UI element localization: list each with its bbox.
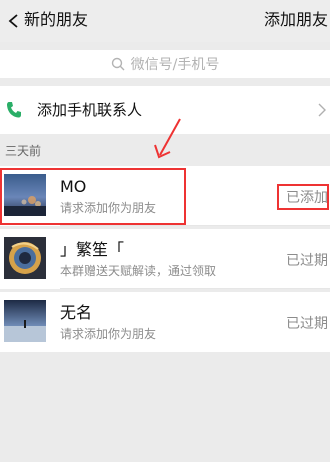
chevron-right-icon (318, 103, 326, 117)
annotation-highlight-box (277, 184, 329, 210)
status-badge: 已过期 (286, 316, 328, 332)
search-placeholder: 微信号/手机号 (130, 57, 220, 73)
top-bar: 新的朋友 添加朋友 (0, 0, 330, 42)
friend-name: 」繁笙「 (60, 240, 125, 259)
add-phone-contacts-label: 添加手机联系人 (37, 101, 143, 119)
page-title: 新的朋友 (24, 10, 89, 29)
avatar (4, 237, 46, 279)
divider (60, 288, 330, 289)
phone-icon (7, 102, 21, 118)
friend-message: 本群赠送天赋解读，通过领取 (60, 264, 217, 278)
search-input[interactable]: 微信号/手机号 (0, 50, 330, 78)
friend-name: 无名 (60, 303, 93, 322)
divider (60, 225, 330, 226)
friend-request-item[interactable]: 无名 请求添加你为朋友 已过期 (0, 292, 330, 352)
status-badge: 已过期 (286, 253, 328, 269)
friend-message: 请求添加你为朋友 (60, 327, 157, 341)
add-friend-button[interactable]: 添加朋友 (264, 9, 328, 31)
search-icon (111, 57, 125, 71)
back-icon[interactable] (6, 13, 22, 29)
annotation-arrow-icon (154, 118, 181, 159)
annotation-highlight-box (0, 168, 186, 225)
avatar (4, 300, 46, 342)
friend-request-item[interactable]: 」繁笙「 本群赠送天赋解读，通过领取 已过期 (0, 229, 330, 289)
section-header: 三天前 (5, 144, 42, 158)
